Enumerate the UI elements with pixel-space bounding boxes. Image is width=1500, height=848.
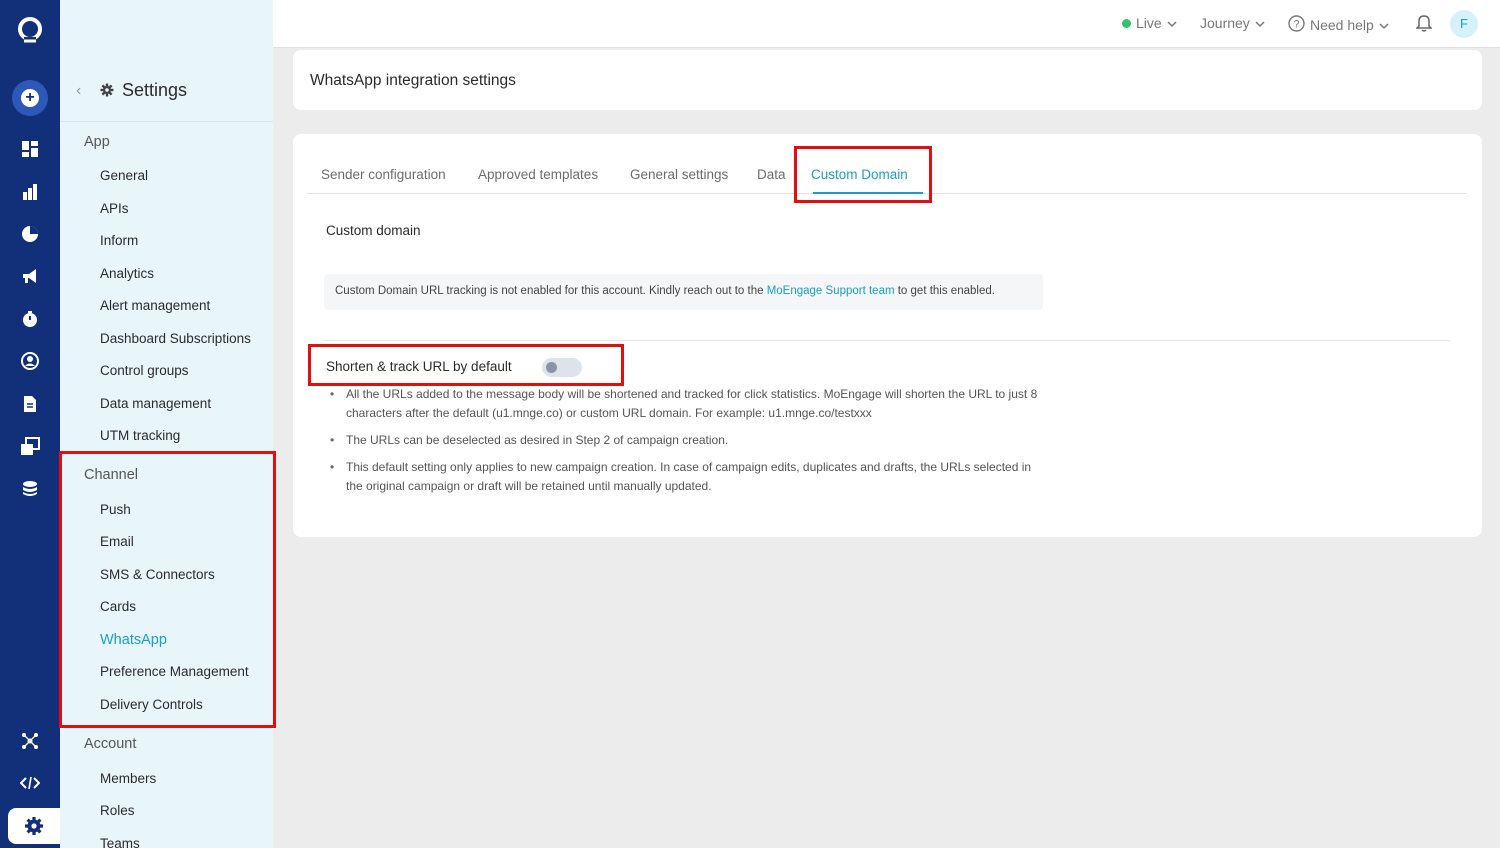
- sidebar-section-account: Account: [84, 736, 137, 752]
- live-status-dot: [1122, 18, 1131, 28]
- segment-pie-icon[interactable]: [19, 223, 41, 245]
- nav-rail: +: [0, 0, 60, 848]
- highlight-box-custom-domain-tab: [794, 146, 932, 203]
- settings-gear-icon[interactable]: [8, 808, 60, 844]
- page-title: WhatsApp integration settings: [310, 72, 516, 89]
- sidebar-item-utm-tracking[interactable]: UTM tracking: [100, 428, 180, 443]
- notice-text-suffix: to get this enabled.: [894, 285, 995, 297]
- sidebar-item-analytics[interactable]: Analytics: [100, 266, 154, 281]
- info-bullet-list: All the URLs added to the message body w…: [330, 385, 1050, 504]
- chevron-down-icon: [1167, 15, 1177, 31]
- journey-dropdown[interactable]: Journey: [1200, 15, 1265, 31]
- sidebar-item-roles[interactable]: Roles: [100, 803, 135, 818]
- sidebar-item-teams[interactable]: Teams: [100, 836, 140, 848]
- content-gallery-icon[interactable]: [19, 436, 41, 458]
- flows-stopwatch-icon[interactable]: [19, 308, 41, 330]
- sidebar-item-members[interactable]: Members: [100, 771, 156, 786]
- user-profile-icon[interactable]: [19, 350, 41, 372]
- back-chevron-icon[interactable]: ‹: [76, 82, 81, 100]
- notice-text-prefix: Custom Domain URL tracking is not enable…: [335, 285, 767, 297]
- tab-general-settings[interactable]: General settings: [630, 167, 728, 182]
- highlight-box-shorten-toggle: [308, 344, 624, 386]
- sidebar-item-control-groups[interactable]: Control groups: [100, 363, 189, 378]
- gear-icon: [100, 83, 114, 97]
- campaign-megaphone-icon[interactable]: [19, 265, 41, 287]
- help-circle-icon: ?: [1288, 15, 1305, 35]
- environment-label: Live: [1136, 15, 1162, 31]
- sidebar-item-apis[interactable]: APIs: [100, 201, 129, 216]
- support-team-link[interactable]: MoEngage Support team: [767, 285, 895, 297]
- list-item: This default setting only applies to new…: [330, 458, 1050, 496]
- dashboard-icon[interactable]: [19, 138, 41, 160]
- environment-dropdown[interactable]: Live: [1122, 15, 1177, 31]
- tab-data[interactable]: Data: [757, 167, 786, 182]
- tab-approved-templates[interactable]: Approved templates: [478, 167, 598, 182]
- avatar[interactable]: F: [1450, 10, 1478, 38]
- svg-text:?: ?: [1293, 19, 1299, 31]
- list-item: All the URLs added to the message body w…: [330, 385, 1050, 423]
- help-dropdown[interactable]: ? Need help: [1288, 15, 1389, 35]
- page-header-card: WhatsApp integration settings: [293, 50, 1482, 110]
- help-label: Need help: [1310, 17, 1374, 33]
- sidebar-item-dashboard-subscriptions[interactable]: Dashboard Subscriptions: [100, 331, 251, 346]
- journey-label: Journey: [1200, 15, 1250, 31]
- list-item: The URLs can be deselected as desired in…: [330, 431, 1050, 450]
- data-database-icon[interactable]: [19, 478, 41, 500]
- sidebar-item-inform[interactable]: Inform: [100, 233, 138, 248]
- code-icon[interactable]: [19, 772, 41, 794]
- sidebar-title: Settings: [122, 80, 188, 100]
- divider: [323, 340, 1450, 341]
- section-title: Custom domain: [326, 223, 421, 238]
- highlight-box-channel-section: [59, 451, 276, 728]
- document-icon[interactable]: [19, 393, 41, 415]
- sidebar-item-alert-management[interactable]: Alert management: [100, 298, 210, 313]
- sidebar-section-app: App: [84, 134, 110, 150]
- sidebar-item-general[interactable]: General: [100, 168, 148, 183]
- chevron-down-icon: [1255, 15, 1265, 31]
- bell-icon[interactable]: [1416, 14, 1432, 32]
- analytics-bar-icon[interactable]: [19, 181, 41, 203]
- sidebar-header: ‹ Settings: [60, 0, 273, 122]
- chevron-down-icon: [1379, 17, 1389, 33]
- tab-sender-configuration[interactable]: Sender configuration: [321, 167, 446, 182]
- sidebar-item-data-management[interactable]: Data management: [100, 396, 211, 411]
- moengage-logo-icon[interactable]: [15, 15, 45, 45]
- apps-network-icon[interactable]: [19, 730, 41, 752]
- top-bar: Live Journey ? Need help F: [273, 0, 1500, 48]
- create-plus-icon[interactable]: +: [12, 80, 48, 116]
- info-notice: Custom Domain URL tracking is not enable…: [324, 274, 1043, 310]
